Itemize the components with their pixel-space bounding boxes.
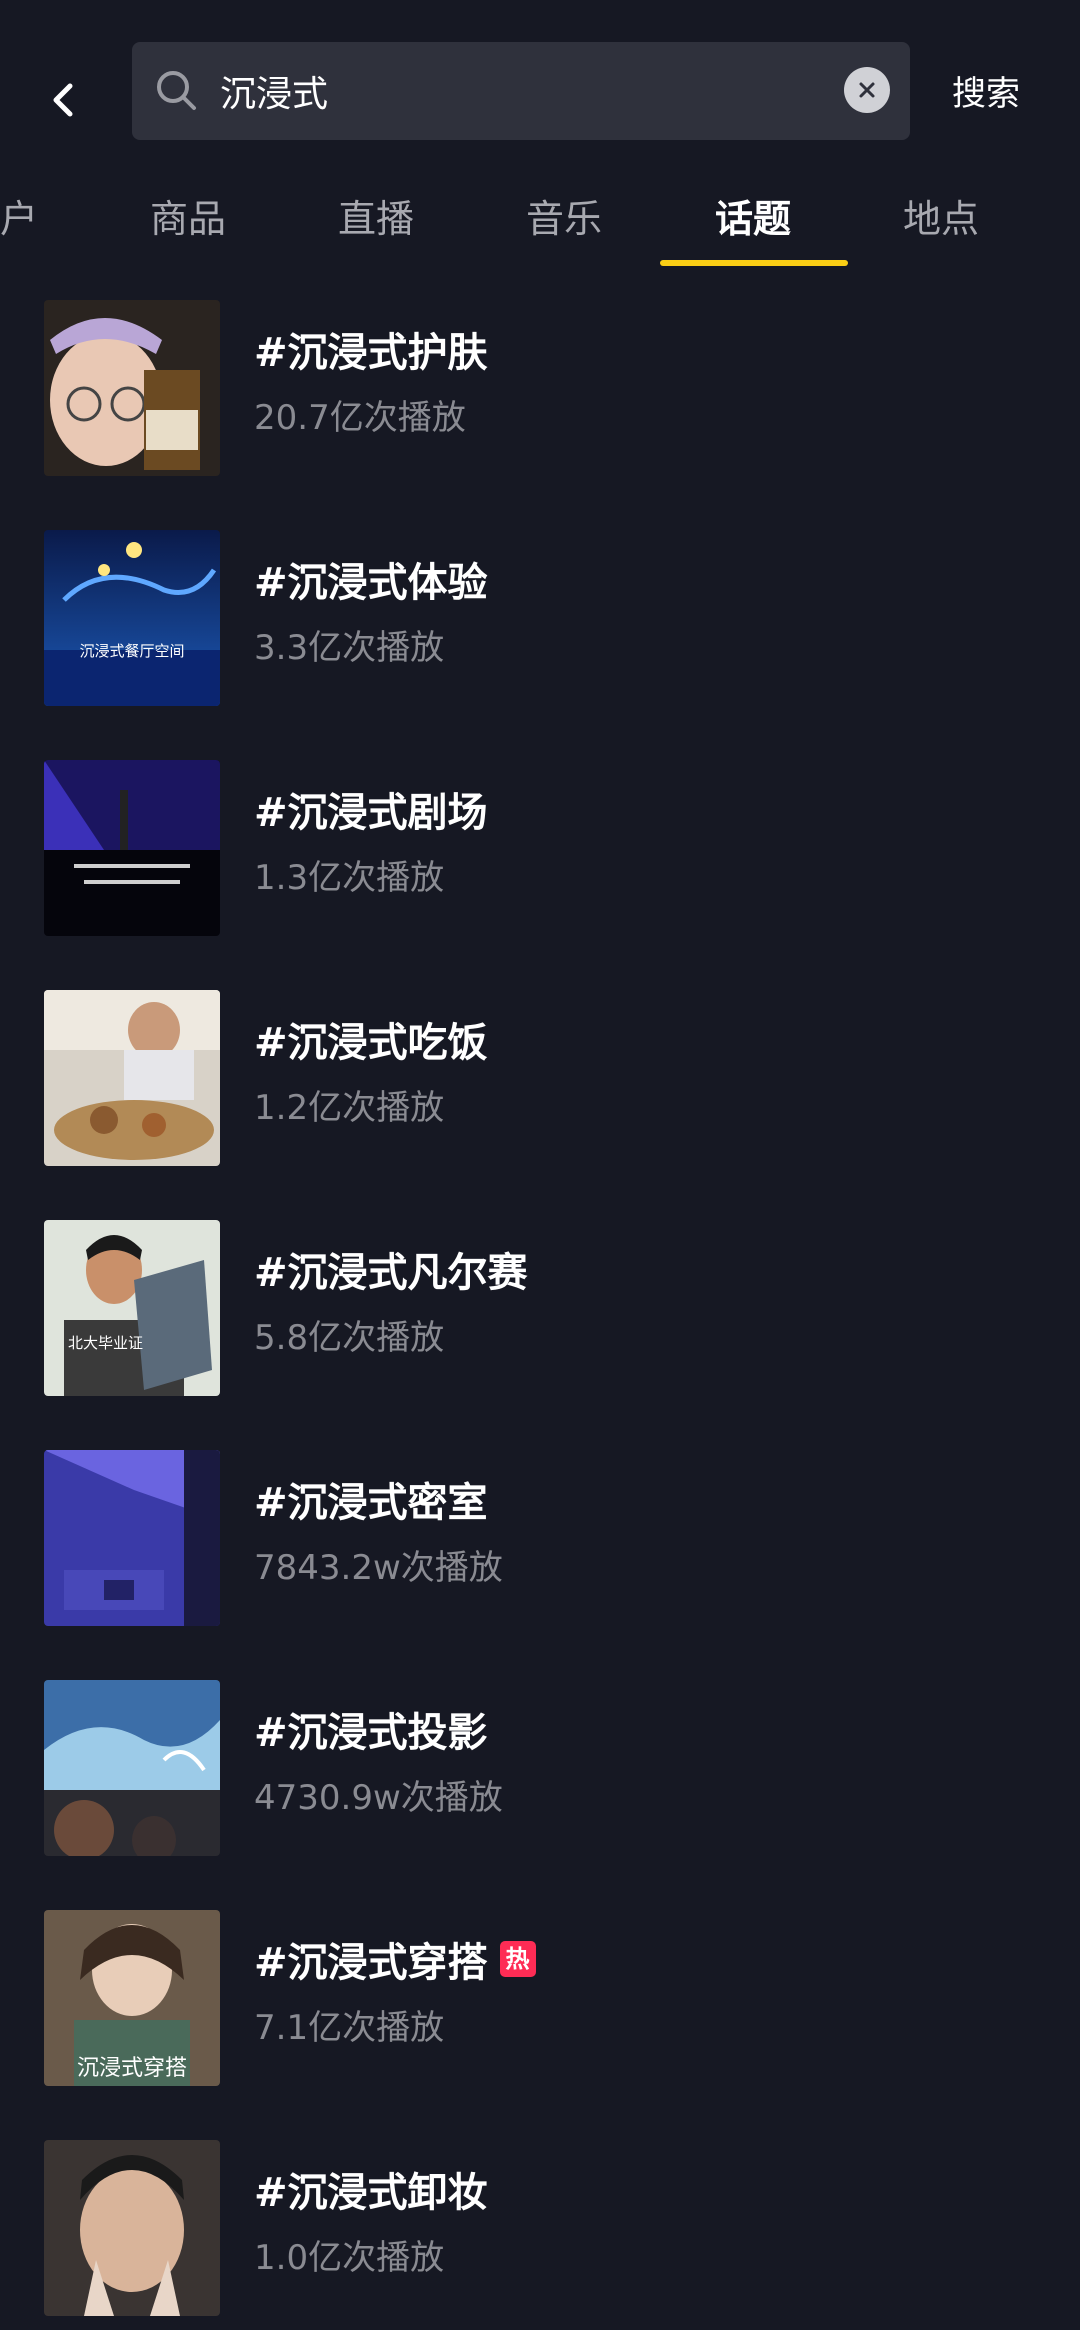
topic-title: #沉浸式剧场 bbox=[254, 790, 488, 836]
topic-title: #沉浸式投影 bbox=[254, 1710, 488, 1756]
tab-users[interactable]: 户 bbox=[0, 188, 38, 258]
topic-thumbnail bbox=[44, 1450, 220, 1626]
active-tab-indicator bbox=[660, 260, 848, 266]
topic-play-count: 1.3亿次播放 bbox=[254, 858, 445, 898]
topic-title: #沉浸式护肤 bbox=[254, 330, 488, 376]
thumbnail-caption: 沉浸式餐厅空间 bbox=[79, 642, 185, 660]
category-tabs: 户 商品 直播 音乐 话题 地点 bbox=[0, 178, 1080, 270]
topic-thumbnail bbox=[44, 760, 220, 936]
topic-row[interactable]: #沉浸式密室 7843.2w次播放 bbox=[0, 1440, 1080, 1640]
tab-places[interactable]: 地点 bbox=[903, 188, 979, 258]
tab-products[interactable]: 商品 bbox=[150, 188, 226, 258]
hot-badge: 热 bbox=[499, 1941, 536, 1977]
close-icon bbox=[859, 82, 875, 98]
topic-play-count: 1.0亿次播放 bbox=[254, 2238, 445, 2278]
topic-title: #沉浸式吃饭 bbox=[254, 1020, 488, 1066]
tab-music[interactable]: 音乐 bbox=[526, 188, 602, 258]
topic-title: #沉浸式穿搭 热 bbox=[254, 1930, 536, 1988]
topic-row[interactable]: #沉浸式剧场 1.3亿次播放 bbox=[0, 750, 1080, 950]
topic-row[interactable]: 北大毕业证 #沉浸式凡尔赛 5.8亿次播放 bbox=[0, 1210, 1080, 1410]
search-button[interactable]: 搜索 bbox=[952, 66, 1020, 116]
top-bar: 搜索 bbox=[0, 0, 1080, 190]
topic-play-count: 3.3亿次播放 bbox=[254, 628, 445, 668]
topic-title: #沉浸式卸妆 bbox=[254, 2170, 488, 2216]
topic-thumbnail: 沉浸式穿搭 bbox=[44, 1910, 220, 2086]
topic-thumbnail bbox=[44, 990, 220, 1166]
search-icon bbox=[157, 71, 196, 110]
topic-thumbnail bbox=[44, 2140, 220, 2316]
topic-row[interactable]: #沉浸式护肤 20.7亿次播放 bbox=[0, 290, 1080, 490]
thumbnail-caption: 北大毕业证 bbox=[68, 1334, 144, 1352]
topic-row[interactable]: #沉浸式卸妆 1.0亿次播放 bbox=[0, 2130, 1080, 2330]
topic-thumbnail bbox=[44, 300, 220, 476]
topic-play-count: 20.7亿次播放 bbox=[254, 398, 466, 438]
search-box[interactable] bbox=[132, 42, 910, 140]
clear-search-button[interactable] bbox=[844, 67, 890, 113]
back-button[interactable] bbox=[34, 70, 94, 130]
topic-play-count: 7.1亿次播放 bbox=[254, 2008, 445, 2048]
topic-play-count: 5.8亿次播放 bbox=[254, 1318, 445, 1358]
topic-title: #沉浸式密室 bbox=[254, 1480, 488, 1526]
topic-row[interactable]: #沉浸式投影 4730.9w次播放 bbox=[0, 1670, 1080, 1870]
topic-row[interactable]: #沉浸式吃饭 1.2亿次播放 bbox=[0, 980, 1080, 1180]
tab-topics[interactable]: 话题 bbox=[715, 188, 791, 258]
topic-thumbnail: 沉浸式餐厅空间 bbox=[44, 530, 220, 706]
thumbnail-caption: 沉浸式穿搭 bbox=[76, 2056, 187, 2081]
topic-play-count: 7843.2w次播放 bbox=[254, 1548, 503, 1588]
topic-row[interactable]: 沉浸式穿搭 #沉浸式穿搭 热 7.1亿次播放 bbox=[0, 1900, 1080, 2100]
chevron-left-icon bbox=[53, 83, 73, 117]
topic-title: #沉浸式凡尔赛 bbox=[254, 1250, 528, 1296]
topic-thumbnail bbox=[44, 1680, 220, 1856]
topic-title: #沉浸式体验 bbox=[254, 560, 488, 606]
topic-play-count: 4730.9w次播放 bbox=[254, 1778, 503, 1818]
topic-play-count: 1.2亿次播放 bbox=[254, 1088, 445, 1128]
tab-live[interactable]: 直播 bbox=[338, 188, 414, 258]
topic-row[interactable]: 沉浸式餐厅空间 #沉浸式体验 3.3亿次播放 bbox=[0, 520, 1080, 720]
topic-thumbnail: 北大毕业证 bbox=[44, 1220, 220, 1396]
search-input[interactable] bbox=[220, 62, 800, 120]
